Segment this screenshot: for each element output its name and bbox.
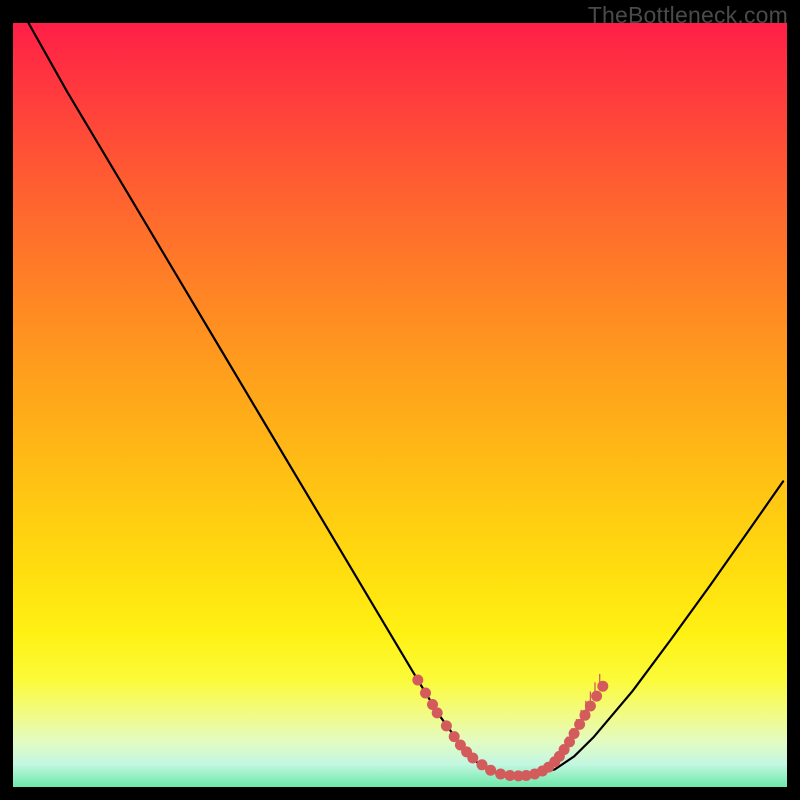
marker-dot	[412, 675, 423, 686]
marker-dot	[485, 765, 496, 776]
marker-dot	[580, 710, 591, 721]
marker-dot	[574, 719, 585, 730]
marker-dot	[467, 753, 478, 764]
marker-dot	[585, 701, 596, 712]
marker-dot	[597, 681, 608, 692]
marker-dot	[569, 728, 580, 739]
marker-dot	[495, 769, 506, 780]
marker-dot	[420, 688, 431, 699]
marker-dot	[441, 720, 452, 731]
marker-dots-layer	[412, 675, 608, 782]
marker-dot	[432, 707, 443, 718]
chart-plot	[13, 23, 787, 787]
marker-dot	[591, 691, 602, 702]
bottleneck-curve	[29, 23, 784, 776]
